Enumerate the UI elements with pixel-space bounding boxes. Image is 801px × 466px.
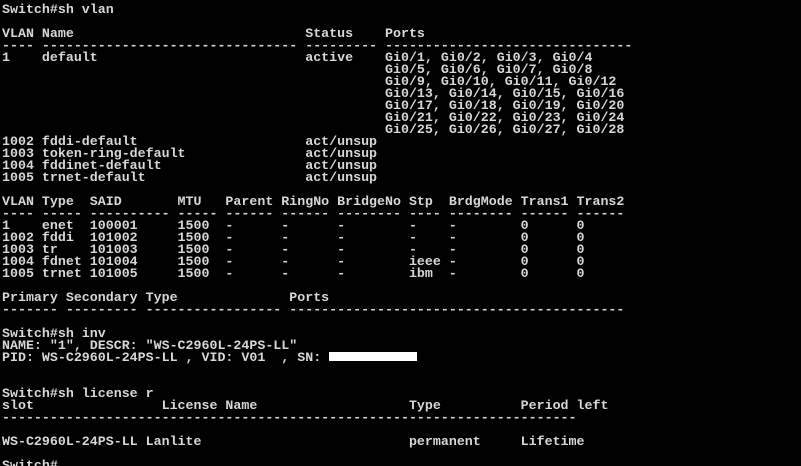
terminal-window[interactable]: Switch#sh vlan VLAN Name Status Ports ----… [0, 0, 801, 466]
terminal-line: PID: WS-C2960L-24PS-LL , VID: V01 , SN: [2, 351, 801, 364]
command-prompt[interactable]: Switch# [2, 459, 801, 466]
terminal-line: WS-C2960L-24PS-LL Lanlite permanent Life… [2, 434, 585, 449]
terminal-output: Switch#sh vlan VLAN Name Status Ports ----… [0, 0, 801, 466]
terminal-line: ----------------------------------------… [2, 410, 577, 425]
terminal-line: 1005 trnet 101005 1500 - - - ibm - 0 0 [2, 266, 585, 281]
terminal-line: ------- --------- ----------------- ----… [2, 302, 625, 317]
terminal-line: Switch#sh vlan [2, 2, 114, 17]
serial-number-redaction [329, 351, 418, 361]
terminal-line: 1005 trnet-default act/unsup [2, 170, 378, 185]
